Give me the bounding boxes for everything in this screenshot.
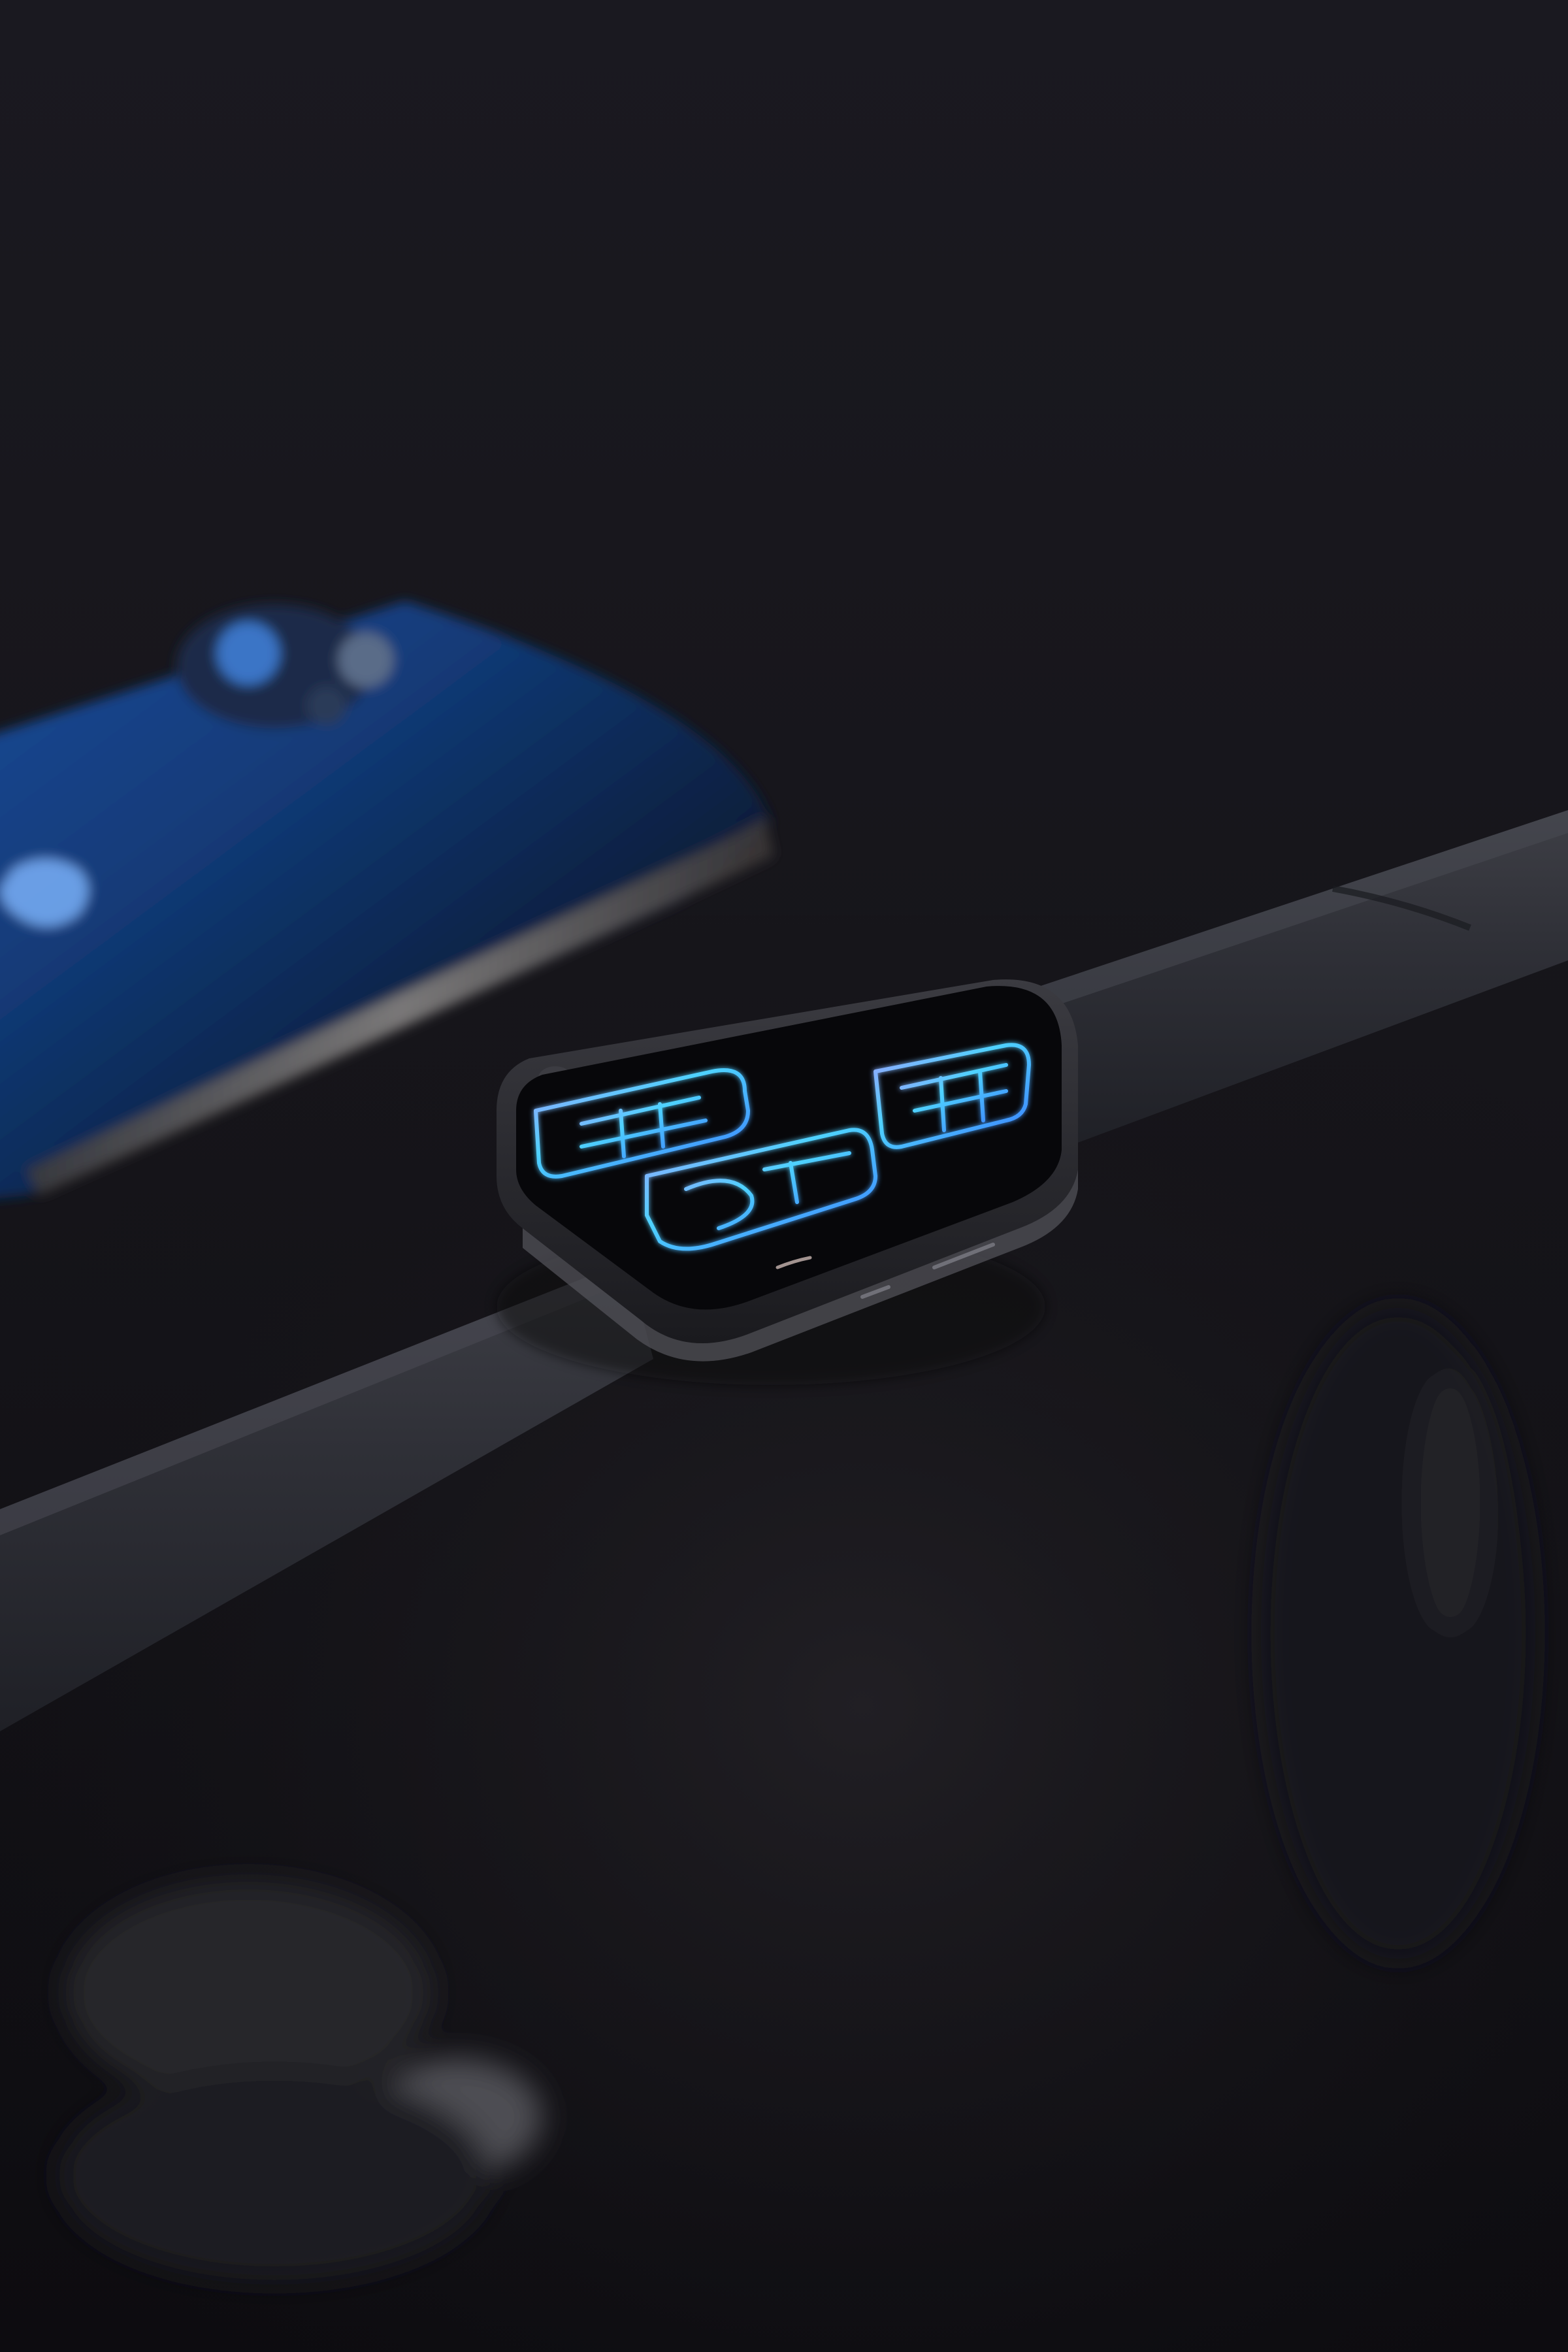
scene-canvas: [0, 0, 1568, 2352]
photo-scene: [0, 0, 1568, 2352]
